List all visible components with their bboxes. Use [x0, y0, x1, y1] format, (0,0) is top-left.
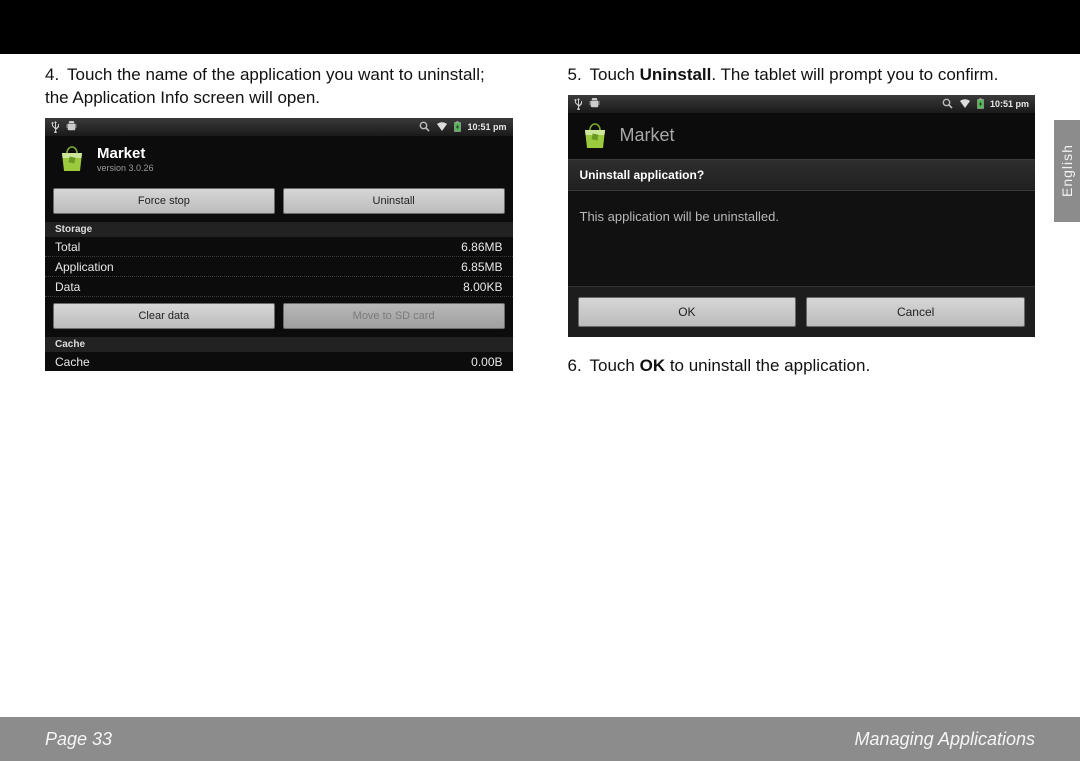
step-6-text-a: Touch	[590, 356, 640, 375]
application-label: Application	[55, 260, 114, 274]
move-to-sd-button[interactable]: Move to SD card	[283, 303, 505, 329]
page-footer: Page 33 Managing Applications	[0, 717, 1080, 761]
dialog-header: Uninstall application?	[568, 159, 1036, 191]
status-time-2: 10:51 pm	[990, 99, 1029, 109]
search-status-icon	[942, 98, 953, 109]
uninstall-button[interactable]: Uninstall	[283, 188, 505, 214]
dialog-title: Uninstall application?	[580, 168, 1024, 182]
right-column: 5.Touch Uninstall. The tablet will promp…	[568, 64, 1036, 386]
dialog-button-row: OK Cancel	[568, 286, 1036, 337]
content-area: 4.Touch the name of the application you …	[0, 54, 1080, 386]
android-debug-icon	[66, 121, 77, 132]
step-4: 4.Touch the name of the application you …	[45, 64, 513, 110]
market-bag-icon	[57, 144, 87, 174]
storage-section-label: Storage	[45, 222, 513, 237]
screenshot-app-info: 10:51 pm Market version 3.0.26	[45, 118, 513, 371]
step-4-num: 4.	[45, 64, 67, 87]
ok-button[interactable]: OK	[578, 297, 797, 327]
clear-data-button[interactable]: Clear data	[53, 303, 275, 329]
wifi-icon	[436, 122, 448, 132]
search-status-icon	[419, 121, 430, 132]
dialog-message: This application will be uninstalled.	[568, 191, 1036, 286]
data-value: 8.00KB	[463, 280, 502, 294]
battery-charging-icon	[977, 98, 984, 109]
app-title-block: Market version 3.0.26	[97, 145, 154, 173]
usb-icon	[574, 98, 583, 110]
market-bag-icon	[580, 121, 610, 151]
cache-label: Cache	[55, 355, 90, 369]
step-5-text-a: Touch	[590, 65, 640, 84]
button-row-top: Force stop Uninstall	[45, 182, 513, 222]
cache-row: Cache 0.00B	[45, 352, 513, 371]
app-version: version 3.0.26	[97, 163, 154, 173]
step-6-bold: OK	[640, 356, 666, 375]
footer-section-title: Managing Applications	[855, 729, 1035, 750]
step-5-bold: Uninstall	[640, 65, 712, 84]
footer-page-number: Page 33	[45, 729, 112, 750]
step-6-text-b: to uninstall the application.	[665, 356, 870, 375]
status-left-icons-2	[574, 98, 600, 110]
step-5-text-b: . The tablet will prompt you to confirm.	[711, 65, 998, 84]
force-stop-button[interactable]: Force stop	[53, 188, 275, 214]
app-header: Market version 3.0.26	[45, 136, 513, 182]
status-left-icons	[51, 121, 77, 133]
app-header-2: Market	[568, 113, 1036, 159]
cancel-button[interactable]: Cancel	[806, 297, 1025, 327]
storage-row-application: Application 6.85MB	[45, 257, 513, 277]
status-bar-2: 10:51 pm	[568, 95, 1036, 113]
wifi-icon	[959, 99, 971, 109]
cache-value: 0.00B	[471, 355, 502, 369]
battery-charging-icon	[454, 121, 461, 132]
status-right-icons: 10:51 pm	[419, 121, 506, 132]
step-6-num: 6.	[568, 355, 590, 378]
button-row-storage: Clear data Move to SD card	[45, 297, 513, 337]
step-5-num: 5.	[568, 64, 590, 87]
left-column: 4.Touch the name of the application you …	[45, 64, 513, 386]
app-name: Market	[97, 145, 154, 162]
data-label: Data	[55, 280, 80, 294]
application-value: 6.85MB	[461, 260, 502, 274]
step-6: 6.Touch OK to uninstall the application.	[568, 355, 1036, 378]
android-debug-icon	[589, 98, 600, 109]
total-label: Total	[55, 240, 80, 254]
total-value: 6.86MB	[461, 240, 502, 254]
storage-row-data: Data 8.00KB	[45, 277, 513, 297]
status-bar: 10:51 pm	[45, 118, 513, 136]
usb-icon	[51, 121, 60, 133]
app-name-dim: Market	[620, 125, 675, 146]
step-5: 5.Touch Uninstall. The tablet will promp…	[568, 64, 1036, 87]
status-time: 10:51 pm	[467, 122, 506, 132]
language-tab-english[interactable]: English	[1054, 120, 1080, 222]
screenshot-uninstall-dialog: 10:51 pm Market Uninstall application? T	[568, 95, 1036, 337]
storage-row-total: Total 6.86MB	[45, 237, 513, 257]
page-top-black-bar	[0, 0, 1080, 54]
step-4-text: Touch the name of the application you wa…	[45, 65, 485, 107]
cache-section-label: Cache	[45, 337, 513, 352]
status-right-icons-2: 10:51 pm	[942, 98, 1029, 109]
